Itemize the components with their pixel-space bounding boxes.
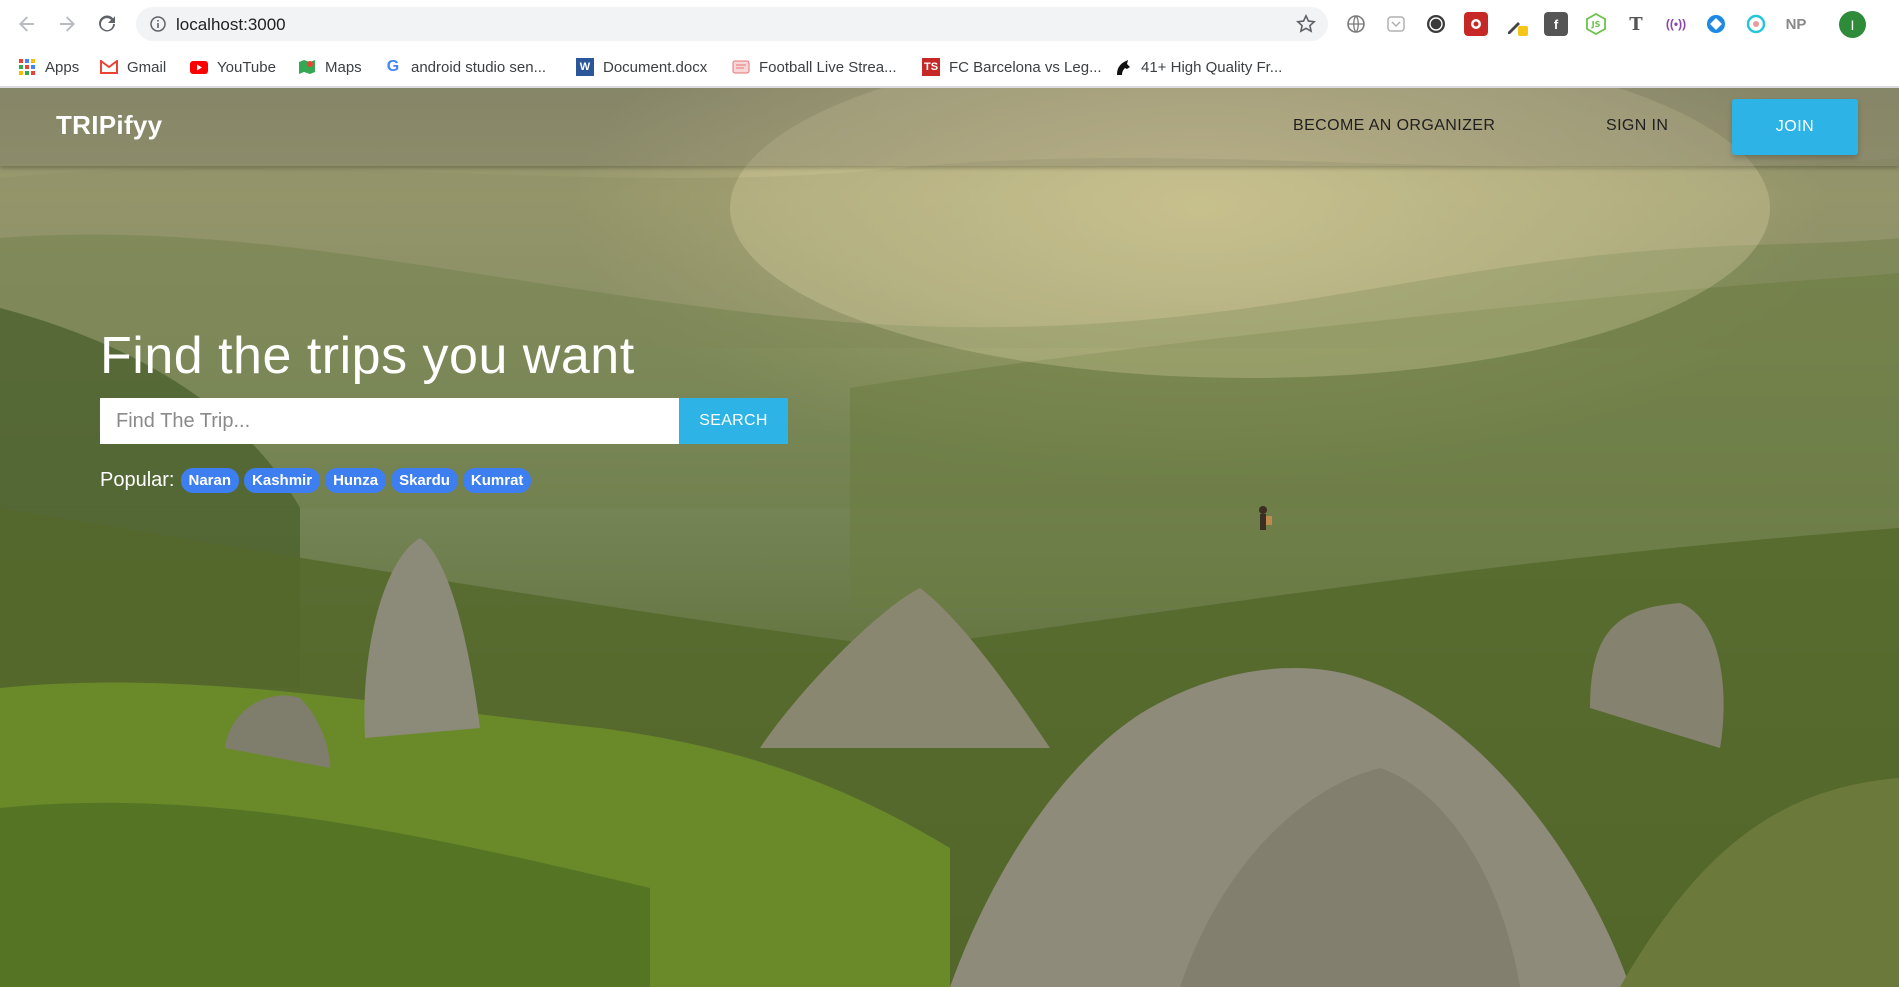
bookmark-label: YouTube (217, 58, 276, 76)
word-icon: W (576, 58, 594, 76)
popular-destinations: Popular: Naran Kashmir Hunza Skardu Kumr… (100, 468, 536, 493)
bookmark-label: FC Barcelona vs Leg... (949, 58, 1102, 76)
popular-label: Popular: (100, 469, 175, 491)
nodejs-extension-icon[interactable]: JS (1584, 12, 1608, 36)
bookmark-maps[interactable]: Maps (298, 54, 362, 80)
join-button[interactable]: JOIN (1732, 99, 1858, 155)
bookmark-label: Gmail (127, 58, 167, 76)
teal-circle-extension-icon[interactable] (1744, 12, 1768, 36)
bookmark-label: Document.docx (603, 58, 708, 76)
hero-background-image (0, 88, 1899, 987)
address-bar-row: localhost:3000 f JS T ((•)) NP I (0, 0, 1899, 48)
popular-tag-hunza[interactable]: Hunza (325, 468, 387, 493)
info-icon[interactable] (150, 16, 166, 32)
hero-headline: Find the trips you want (100, 327, 635, 385)
popular-tag-kashmir[interactable]: Kashmir (244, 468, 321, 493)
bookmark-star-icon[interactable] (1295, 13, 1317, 34)
bookmark-label: Football Live Strea... (759, 58, 897, 76)
page-viewport: TRIPifyy BECOME AN ORGANIZER SIGN IN JOI… (0, 88, 1899, 987)
sign-in-link[interactable]: SIGN IN (1606, 117, 1668, 135)
ts-icon: TS (922, 58, 940, 76)
mountain-landscape (0, 88, 1899, 987)
facebook-extension-icon[interactable]: f (1544, 12, 1568, 36)
bookmarks-bar: Apps Gmail YouTube Maps G android studio… (0, 48, 1899, 86)
svg-text:JS: JS (1591, 20, 1601, 29)
stream-icon (732, 58, 750, 76)
np-extension-icon[interactable]: NP (1784, 12, 1808, 36)
bookmark-android-studio[interactable]: G android studio sen... (384, 54, 546, 80)
pocket-extension-icon[interactable] (1384, 12, 1408, 36)
omnibox[interactable]: localhost:3000 (136, 7, 1328, 41)
wordpress-extension-icon[interactable] (1424, 12, 1448, 36)
bookmark-youtube[interactable]: YouTube (190, 54, 276, 80)
broadcast-extension-icon[interactable]: ((•)) (1664, 12, 1688, 36)
bookmark-label: Maps (325, 58, 362, 76)
bookmark-label: 41+ High Quality Fr... (1141, 58, 1283, 76)
bookmark-label: android studio sen... (411, 58, 547, 76)
bookmark-gmail[interactable]: Gmail (100, 54, 166, 80)
site-header: TRIPifyy BECOME AN ORGANIZER SIGN IN JOI… (0, 88, 1899, 166)
reload-icon[interactable] (95, 12, 119, 36)
bookmark-apps[interactable]: Apps (18, 54, 79, 80)
bookmark-fc-barcelona[interactable]: TS FC Barcelona vs Leg... (922, 54, 1102, 80)
bookmark-document[interactable]: W Document.docx (576, 54, 707, 80)
horse-icon (1114, 58, 1132, 76)
typography-extension-icon[interactable]: T (1624, 12, 1648, 36)
red-extension-icon[interactable] (1464, 12, 1488, 36)
browser-chrome: localhost:3000 f JS T ((•)) NP I Apps Gm… (0, 0, 1899, 88)
trip-search-input[interactable] (100, 398, 679, 444)
brand-logo[interactable]: TRIPifyy (56, 110, 162, 141)
url-text[interactable]: localhost:3000 (176, 15, 286, 35)
gmail-icon (100, 58, 118, 76)
bookmark-football[interactable]: Football Live Strea... (732, 54, 897, 80)
eyedropper-extension-icon[interactable] (1504, 12, 1528, 36)
search-form: SEARCH (100, 398, 788, 444)
bookmark-high-quality[interactable]: 41+ High Quality Fr... (1114, 54, 1282, 80)
back-arrow-icon[interactable] (15, 12, 39, 36)
maps-icon (298, 58, 316, 76)
google-icon: G (386, 58, 400, 75)
blue-diamond-extension-icon[interactable] (1704, 12, 1728, 36)
become-organizer-link[interactable]: BECOME AN ORGANIZER (1293, 117, 1495, 135)
bookmark-label: Apps (45, 58, 80, 76)
popular-tag-kumrat[interactable]: Kumrat (462, 468, 532, 493)
apps-grid-icon (18, 58, 36, 76)
forward-arrow-icon[interactable] (55, 12, 79, 36)
popular-tag-naran[interactable]: Naran (180, 468, 240, 493)
search-button[interactable]: SEARCH (679, 398, 788, 444)
popular-tag-skardu[interactable]: Skardu (391, 468, 458, 493)
globe-extension-icon[interactable] (1344, 12, 1368, 36)
profile-avatar[interactable]: I (1839, 11, 1866, 38)
youtube-icon (190, 58, 208, 76)
